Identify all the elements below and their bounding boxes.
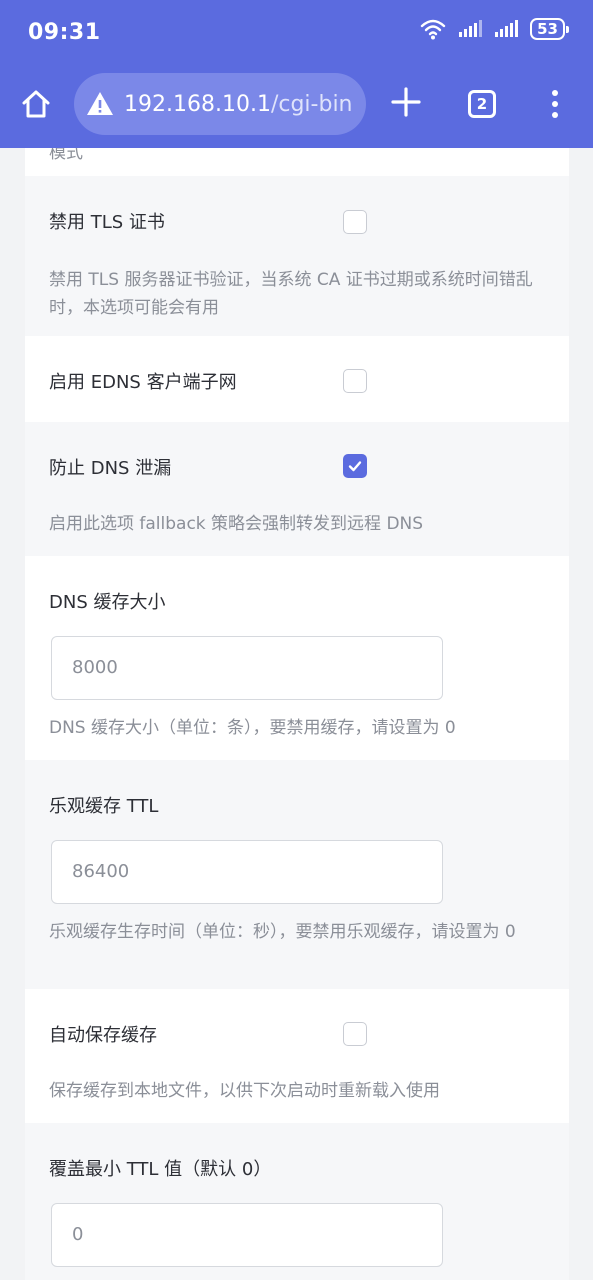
disable-tls-checkbox[interactable]	[343, 210, 367, 234]
setting-description: 禁用 TLS 服务器证书验证，当系统 CA 证书过期或系统时间错乱时，本选项可能…	[49, 270, 533, 318]
setting-description: 乐观缓存生存时间（单位：秒），要禁用乐观缓存，请设置为 0	[49, 922, 516, 942]
setting-label: 防止 DNS 泄漏	[49, 458, 172, 479]
wifi-icon	[420, 19, 446, 40]
optimistic-ttl-input[interactable]: 86400	[51, 840, 443, 904]
setting-description: 保存缓存到本地文件，以供下次启动时重新载入使用	[49, 1081, 440, 1101]
dns-cache-size-input[interactable]: 8000	[51, 636, 443, 700]
setting-label: 乐观缓存 TTL	[49, 796, 159, 817]
signal-icon	[459, 20, 483, 37]
plus-icon	[391, 87, 421, 117]
setting-dns-cache-size: DNS 缓存大小 8000 DNS 缓存大小（单位：条），要禁用缓存，请设置为 …	[25, 556, 569, 760]
home-button[interactable]	[16, 84, 56, 124]
setting-min-ttl: 覆盖最小 TTL 值（默认 0） 0	[25, 1123, 569, 1280]
tab-switcher-button[interactable]: 2	[468, 90, 496, 118]
dns-leak-checkbox[interactable]	[343, 454, 367, 478]
browser-top-bar: 09:31 53 192.168.10.1/cgi-bin 2	[0, 0, 593, 148]
setting-description: 启用此选项 fallback 策略会强制转发到远程 DNS	[49, 514, 424, 534]
setting-description: DNS 缓存大小（单位：条），要禁用缓存，请设置为 0	[49, 718, 456, 738]
setting-label: 自动保存缓存	[49, 1025, 157, 1046]
url-host: 192.168.10.1	[124, 91, 271, 117]
check-icon	[348, 461, 362, 472]
new-tab-button[interactable]	[388, 84, 424, 120]
menu-dot-icon	[552, 101, 558, 107]
setting-label: 禁用 TLS 证书	[49, 212, 165, 233]
truncated-description: 模式	[49, 148, 83, 163]
address-bar[interactable]: 192.168.10.1/cgi-bin	[74, 73, 366, 135]
setting-disable-tls: 禁用 TLS 证书 禁用 TLS 服务器证书验证，当系统 CA 证书过期或系统时…	[25, 176, 569, 336]
auto-save-cache-checkbox[interactable]	[343, 1022, 367, 1046]
edns-checkbox[interactable]	[343, 369, 367, 393]
setting-label: 覆盖最小 TTL 值（默认 0）	[49, 1159, 272, 1180]
settings-row-partial: 模式	[25, 148, 569, 176]
setting-dns-leak: 防止 DNS 泄漏 启用此选项 fallback 策略会强制转发到远程 DNS	[25, 422, 569, 556]
overflow-menu-button[interactable]	[543, 86, 567, 122]
settings-page: 模式 禁用 TLS 证书 禁用 TLS 服务器证书验证，当系统 CA 证书过期或…	[25, 148, 569, 1280]
menu-dot-icon	[552, 90, 558, 96]
setting-label: 启用 EDNS 客户端子网	[49, 372, 237, 393]
battery-icon: 53	[530, 18, 569, 40]
warning-icon	[87, 92, 113, 115]
home-icon	[22, 90, 50, 118]
status-icons: 53	[420, 18, 569, 40]
signal-icon	[495, 20, 519, 37]
status-time: 09:31	[28, 20, 101, 45]
setting-auto-save-cache: 自动保存缓存 保存缓存到本地文件，以供下次启动时重新载入使用	[25, 989, 569, 1123]
menu-dot-icon	[552, 112, 558, 118]
setting-label: DNS 缓存大小	[49, 592, 166, 613]
min-ttl-input[interactable]: 0	[51, 1203, 443, 1267]
setting-edns: 启用 EDNS 客户端子网	[25, 336, 569, 422]
setting-optimistic-ttl: 乐观缓存 TTL 86400 乐观缓存生存时间（单位：秒），要禁用乐观缓存，请设…	[25, 760, 569, 989]
url-path: /cgi-bin	[270, 91, 353, 117]
